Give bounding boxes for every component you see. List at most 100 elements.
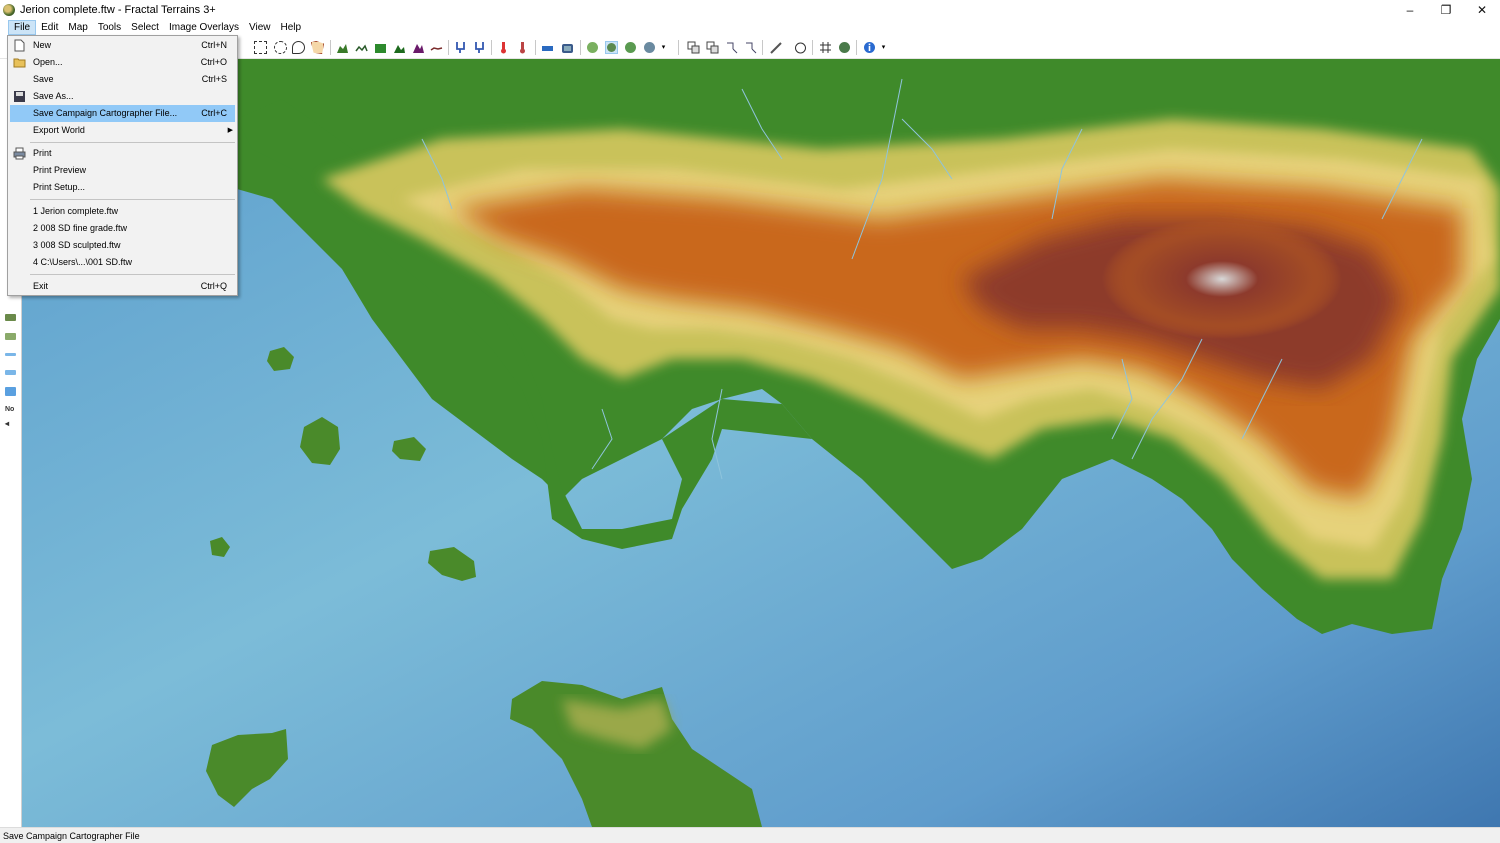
- menu-save-cc-shortcut: Ctrl+C: [201, 108, 227, 118]
- water-line-icon[interactable]: [5, 353, 16, 356]
- overlay-edit-icon[interactable]: [706, 41, 719, 54]
- terrain-map[interactable]: [22, 59, 1500, 827]
- lower-land-icon[interactable]: [355, 41, 368, 54]
- hills-icon[interactable]: [393, 41, 406, 54]
- toolbar-separator: [491, 40, 492, 55]
- menu-print-setup-label: Print Setup...: [33, 182, 86, 192]
- overlay-add-icon[interactable]: [687, 41, 700, 54]
- restore-button[interactable]: ❐: [1428, 0, 1464, 19]
- grid-icon[interactable]: [819, 41, 832, 54]
- brush-up-icon[interactable]: [454, 41, 467, 54]
- close-button[interactable]: ✕: [1464, 0, 1500, 19]
- lake-icon[interactable]: [5, 387, 16, 396]
- menu-recent-file[interactable]: 3 008 SD sculpted.ftw: [10, 237, 235, 254]
- ellipse-select-icon[interactable]: [274, 41, 287, 54]
- menu-save-campaign-cartographer[interactable]: Save Campaign Cartographer File... Ctrl+…: [10, 105, 235, 122]
- menu-save[interactable]: Save Ctrl+S: [10, 71, 235, 88]
- raise-land-icon[interactable]: [336, 41, 349, 54]
- overlay-remove-icon[interactable]: [744, 41, 757, 54]
- brush-down-icon[interactable]: [473, 41, 486, 54]
- menu-view[interactable]: View: [244, 20, 276, 35]
- menu-new[interactable]: New Ctrl+N: [10, 37, 235, 54]
- menu-save-as-label: Save As...: [33, 91, 74, 101]
- globe-zoom-icon[interactable]: [605, 41, 618, 54]
- menu-print-preview-label: Print Preview: [33, 165, 87, 175]
- window-controls: – ❐ ✕: [1392, 0, 1500, 19]
- globe-options-icon[interactable]: [643, 41, 656, 54]
- toolbar-separator: [762, 40, 763, 55]
- menu-print-setup[interactable]: Print Setup...: [10, 179, 235, 196]
- floppy-disk-icon: [13, 90, 26, 103]
- title-bar: Jerion complete.ftw - Fractal Terrains 3…: [0, 0, 1500, 19]
- menu-separator: [30, 199, 235, 200]
- chevron-down-icon[interactable]: ▾: [877, 41, 890, 54]
- menu-export-world[interactable]: Export World ▶: [10, 122, 235, 139]
- menu-file[interactable]: File: [8, 20, 37, 35]
- globe-view-icon[interactable]: [586, 41, 599, 54]
- menu-open[interactable]: Open... Ctrl+O: [10, 54, 235, 71]
- left-strip-arrow[interactable]: ◂: [5, 419, 9, 428]
- menu-exit-label: Exit: [33, 281, 49, 291]
- submenu-arrow-icon: ▶: [227, 127, 233, 134]
- recent-file-label: 2 008 SD fine grade.ftw: [33, 223, 128, 233]
- file-menu-dropdown: New Ctrl+N Open... Ctrl+O Save Ctrl+S Sa…: [7, 35, 238, 296]
- recent-file-label: 1 Jerion complete.ftw: [33, 206, 119, 216]
- printer-icon: [13, 147, 26, 160]
- lasso-select-icon[interactable]: [292, 41, 305, 54]
- menu-edit[interactable]: Edit: [36, 20, 63, 35]
- menu-image-overlays[interactable]: Image Overlays: [164, 20, 244, 35]
- left-strip-label: No: [5, 406, 15, 413]
- status-bar: Save Campaign Cartographer File: [0, 827, 1500, 843]
- forest-icon[interactable]: [374, 41, 387, 54]
- terrain-map-canvas[interactable]: [22, 59, 1500, 827]
- menu-recent-file[interactable]: 4 C:\Users\...\001 SD.ftw: [10, 254, 235, 271]
- menu-recent-file[interactable]: 2 008 SD fine grade.ftw: [10, 220, 235, 237]
- toolbar-separator: [330, 40, 331, 55]
- measure-icon[interactable]: [769, 41, 782, 54]
- menu-save-as[interactable]: Save As...: [10, 88, 235, 105]
- terrain-swatch-icon[interactable]: [5, 314, 16, 321]
- lowland-swatch-icon[interactable]: [5, 333, 16, 340]
- mountain-icon[interactable]: [412, 41, 425, 54]
- status-text: Save Campaign Cartographer File: [3, 831, 140, 841]
- new-document-icon: [13, 39, 26, 52]
- menu-save-shortcut: Ctrl+S: [201, 74, 227, 84]
- menu-print-label: Print: [33, 148, 52, 158]
- menu-exit[interactable]: Exit Ctrl+Q: [10, 278, 235, 295]
- hand-pan-icon[interactable]: [794, 41, 807, 54]
- toolbar-separator: [678, 40, 679, 55]
- temperature-down-icon[interactable]: [516, 41, 529, 54]
- toolbar-separator: [580, 40, 581, 55]
- menu-bar: File Edit Map Tools Select Image Overlay…: [0, 19, 1500, 36]
- overlay-move-icon[interactable]: [725, 41, 738, 54]
- rect-select-icon[interactable]: [254, 41, 267, 54]
- chevron-down-icon[interactable]: ▾: [657, 41, 670, 54]
- zoom-globe-icon[interactable]: [838, 41, 851, 54]
- menu-separator: [30, 274, 235, 275]
- menu-help[interactable]: Help: [276, 20, 307, 35]
- menu-open-shortcut: Ctrl+O: [200, 57, 227, 67]
- climate-icon[interactable]: [561, 41, 574, 54]
- menu-save-label: Save: [33, 74, 54, 84]
- water-level-icon[interactable]: [541, 41, 554, 54]
- river-icon[interactable]: [5, 370, 16, 375]
- polygon-select-icon[interactable]: [311, 41, 324, 54]
- menu-tools[interactable]: Tools: [93, 20, 126, 35]
- globe-rotate-icon[interactable]: [624, 41, 637, 54]
- menu-select[interactable]: Select: [126, 20, 164, 35]
- menu-new-label: New: [33, 40, 52, 50]
- minimize-button[interactable]: –: [1392, 0, 1428, 19]
- menu-print-preview[interactable]: Print Preview: [10, 162, 235, 179]
- menu-exit-shortcut: Ctrl+Q: [200, 281, 227, 291]
- snow-peak: [1102, 219, 1342, 339]
- window-title: Jerion complete.ftw - Fractal Terrains 3…: [20, 3, 216, 16]
- menu-recent-file[interactable]: 1 Jerion complete.ftw: [10, 203, 235, 220]
- toolbar-separator: [448, 40, 449, 55]
- menu-map[interactable]: Map: [63, 20, 92, 35]
- menu-save-cc-label: Save Campaign Cartographer File...: [33, 108, 178, 118]
- flatten-icon[interactable]: [430, 41, 443, 54]
- toolbar-separator: [812, 40, 813, 55]
- info-icon[interactable]: [863, 41, 876, 54]
- menu-print[interactable]: Print: [10, 145, 235, 162]
- temperature-up-icon[interactable]: [497, 41, 510, 54]
